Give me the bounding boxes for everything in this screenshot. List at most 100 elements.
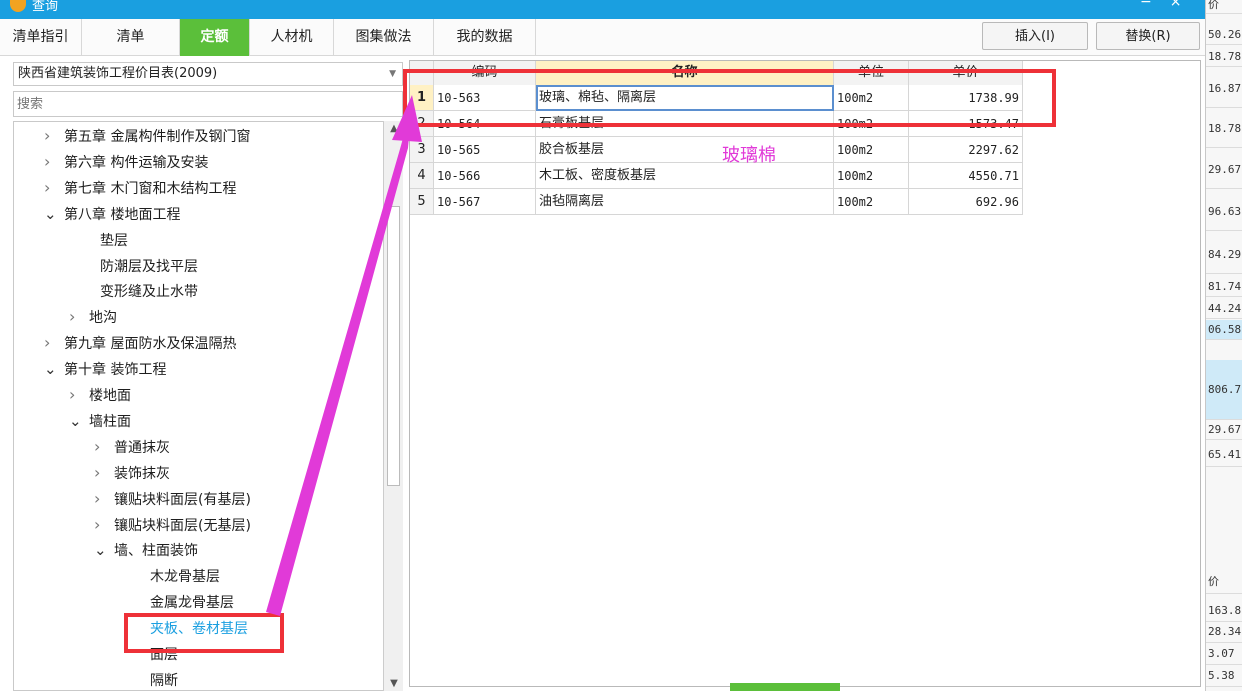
tree-node-label: 第七章 木门窗和木结构工程 xyxy=(64,180,237,197)
annotation-box-tree xyxy=(124,613,284,653)
search-input[interactable] xyxy=(13,91,403,117)
tree-node[interactable]: › 地沟 xyxy=(69,307,117,327)
tree-node[interactable]: › 镶贴块料面层(无基层) xyxy=(94,515,251,535)
cell-price[interactable]: 2297.62 xyxy=(909,137,1023,163)
tree-node-label: 第十章 装饰工程 xyxy=(64,362,167,379)
tree-node-label: 第六章 构件运输及安装 xyxy=(64,154,209,171)
tree-node-label: 第八章 楼地面工程 xyxy=(64,206,181,223)
app-icon xyxy=(10,0,26,12)
bg-price-header: 价 xyxy=(1206,0,1242,14)
tree-node[interactable]: › 第六章 构件运输及安装 xyxy=(44,152,208,172)
tree-node-label: 镶贴块料面层(无基层) xyxy=(114,517,251,534)
tree-node[interactable]: › 第五章 金属构件制作及钢门窗 xyxy=(44,126,250,146)
chevron-right-icon[interactable]: › xyxy=(69,385,83,404)
bg-price-cell: 96.63 xyxy=(1206,193,1242,231)
chapter-tree[interactable]: › 第五章 金属构件制作及钢门窗 › 第六章 构件运输及安装 › 第七章 木门窗和木结构工… xyxy=(13,121,403,691)
background-price-column: 价 50.26 18.78 16.87 18.78 29.67 96.63 84.29 81.7… xyxy=(1205,0,1242,691)
chevron-right-icon[interactable]: › xyxy=(44,333,58,352)
cell-price[interactable]: 692.96 xyxy=(909,189,1023,215)
cell-code[interactable]: 10-565 xyxy=(434,137,536,163)
tree-scrollbar[interactable]: ▲ ▼ xyxy=(383,121,403,691)
tree-node[interactable]: ⌄ 第八章 楼地面工程 xyxy=(44,204,180,224)
chevron-right-icon[interactable]: › xyxy=(94,437,108,456)
tree-node[interactable]: ⌄ 墙、柱面装饰 xyxy=(94,540,198,560)
minimize-icon[interactable]: − xyxy=(1140,0,1170,10)
tree-node[interactable]: › 普通抹灰 xyxy=(94,437,170,457)
tab-bill-guide[interactable]: 清单指引 xyxy=(0,19,82,56)
tab-bill[interactable]: 清单 xyxy=(82,19,180,56)
tree-node[interactable]: 垫层 xyxy=(69,230,128,250)
tab-atlas-practice[interactable]: 图集做法 xyxy=(334,19,434,56)
tree-node[interactable]: › 第九章 屋面防水及保温隔热 xyxy=(44,333,236,353)
tree-node[interactable]: 隔断 xyxy=(119,670,178,690)
replace-button[interactable]: 替换(R) xyxy=(1096,22,1200,50)
table-row[interactable]: 4 10-566 木工板、密度板基层 100m2 4550.71 xyxy=(410,163,1023,189)
cell-num[interactable]: 5 xyxy=(410,189,434,215)
bg-price-cell: 65.41 xyxy=(1206,443,1242,467)
bg-price-cell: 44.24 xyxy=(1206,299,1242,319)
bg-price-cell: 29.67 xyxy=(1206,151,1242,189)
tree-node[interactable]: 防潮层及找平层 xyxy=(69,256,198,276)
bg-price-cell: 29.67 xyxy=(1206,420,1242,440)
chevron-right-icon[interactable]: › xyxy=(44,178,58,197)
tree-node-label: 金属龙骨基层 xyxy=(150,595,234,612)
tab-labor-material[interactable]: 人材机 xyxy=(250,19,334,56)
bg-price-cell: 5.38 xyxy=(1206,665,1242,687)
cell-code[interactable]: 10-567 xyxy=(434,189,536,215)
cell-unit[interactable]: 100m2 xyxy=(834,163,909,189)
chevron-right-icon[interactable]: › xyxy=(94,463,108,482)
tree-node-label: 隔断 xyxy=(150,672,178,689)
library-select[interactable]: 陕西省建筑装饰工程价目表(2009) ▼ xyxy=(13,62,403,86)
cell-code[interactable]: 10-566 xyxy=(434,163,536,189)
chevron-down-icon[interactable]: ⌄ xyxy=(69,412,83,430)
tab-my-data[interactable]: 我的数据 xyxy=(434,19,536,56)
insert-button[interactable]: 插入(I) xyxy=(982,22,1088,50)
window-title-bar: 查询 −× xyxy=(0,0,1205,19)
tree-node[interactable]: 变形缝及止水带 xyxy=(69,281,198,301)
cell-name[interactable]: 木工板、密度板基层 xyxy=(536,163,834,189)
scroll-down-icon[interactable]: ▼ xyxy=(384,678,404,689)
bg-price-cell: 84.29 xyxy=(1206,236,1242,274)
cell-unit[interactable]: 100m2 xyxy=(834,137,909,163)
chevron-down-icon[interactable]: ⌄ xyxy=(44,360,58,378)
table-row[interactable]: 3 10-565 胶合板基层 100m2 2297.62 xyxy=(410,137,1023,163)
cell-num[interactable]: 4 xyxy=(410,163,434,189)
tab-bar: 清单指引 清单 定额 人材机 图集做法 我的数据 插入(I) 替换(R) xyxy=(0,19,1205,56)
tree-node[interactable]: 金属龙骨基层 xyxy=(119,592,234,612)
chevron-right-icon[interactable]: › xyxy=(94,515,108,534)
cell-num[interactable]: 3 xyxy=(410,137,434,163)
scrollbar-thumb[interactable] xyxy=(387,206,400,486)
tree-node-label: 装饰抹灰 xyxy=(114,465,170,482)
tree-node[interactable]: › 第七章 木门窗和木结构工程 xyxy=(44,178,236,198)
chevron-down-icon[interactable]: ⌄ xyxy=(94,541,108,559)
tree-node[interactable]: 木龙骨基层 xyxy=(119,566,220,586)
chevron-down-icon[interactable]: ⌄ xyxy=(44,205,58,223)
tree-node-label: 楼地面 xyxy=(89,388,131,404)
cell-price[interactable]: 4550.71 xyxy=(909,163,1023,189)
library-select-value: 陕西省建筑装饰工程价目表(2009) xyxy=(18,66,218,81)
tree-node-label: 木龙骨基层 xyxy=(150,569,220,586)
tree-node[interactable]: › 镶贴块料面层(有基层) xyxy=(94,489,251,509)
bg-price-cell: 806.7 xyxy=(1206,360,1242,420)
table-row[interactable]: 5 10-567 油毡隔离层 100m2 692.96 xyxy=(410,189,1023,215)
tree-node-label: 防潮层及找平层 xyxy=(100,258,198,275)
window-controls[interactable]: −× xyxy=(1140,0,1199,10)
chevron-right-icon[interactable]: › xyxy=(44,152,58,171)
tree-node[interactable]: › 楼地面 xyxy=(69,385,131,405)
tree-node[interactable]: ⌄ 墙柱面 xyxy=(69,411,131,431)
close-icon[interactable]: × xyxy=(1170,0,1200,10)
tree-node[interactable]: ⌄ 第十章 装饰工程 xyxy=(44,359,166,379)
tab-quota[interactable]: 定额 xyxy=(180,19,250,56)
cell-name[interactable]: 油毡隔离层 xyxy=(536,189,834,215)
cell-name[interactable]: 胶合板基层 xyxy=(536,137,834,163)
bg-price-header: 价 xyxy=(1206,570,1242,594)
chevron-right-icon[interactable]: › xyxy=(44,126,58,145)
tree-node[interactable]: › 装饰抹灰 xyxy=(94,463,170,483)
bg-price-cell: 18.78 xyxy=(1206,47,1242,67)
scroll-up-icon[interactable]: ▲ xyxy=(384,123,404,134)
chevron-right-icon[interactable]: › xyxy=(94,489,108,508)
chevron-right-icon[interactable]: › xyxy=(69,307,83,326)
bottom-handle[interactable] xyxy=(730,683,840,691)
cell-unit[interactable]: 100m2 xyxy=(834,189,909,215)
tree-node-label: 地沟 xyxy=(89,310,117,327)
